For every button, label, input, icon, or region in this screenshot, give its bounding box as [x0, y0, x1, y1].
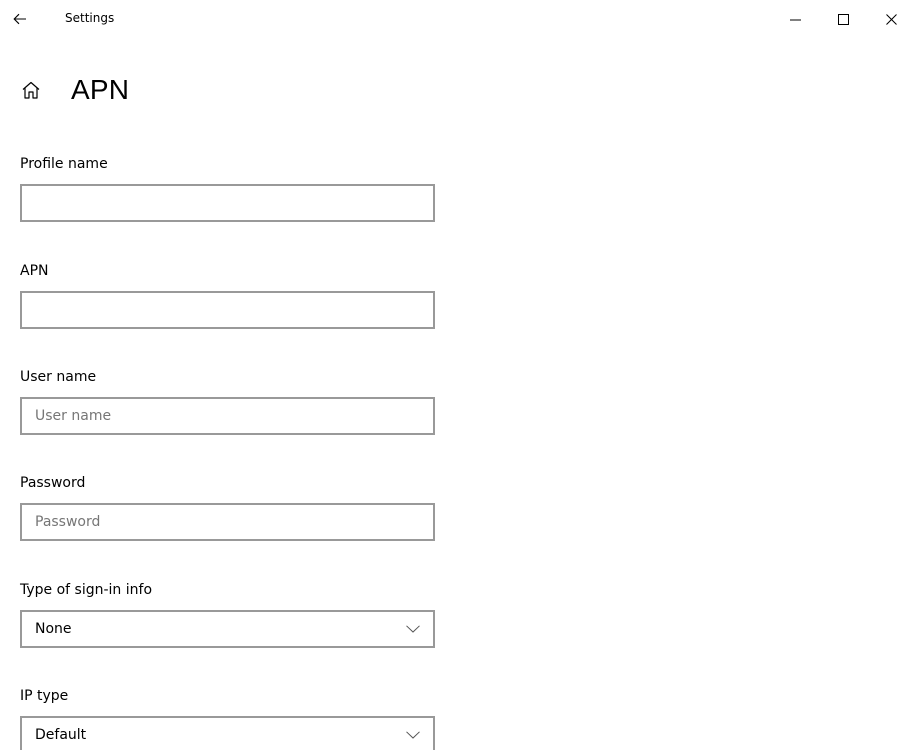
apn-input[interactable]	[20, 291, 435, 329]
title-bar: Settings	[0, 0, 907, 38]
close-icon	[885, 13, 897, 25]
maximize-icon	[837, 13, 849, 25]
ip-type-selected: Default	[35, 727, 87, 743]
back-arrow-icon	[13, 13, 27, 25]
sign-in-type-label: Type of sign-in info	[20, 582, 153, 598]
back-button[interactable]	[0, 0, 40, 38]
ip-type-dropdown[interactable]: Default	[20, 716, 435, 750]
profile-name-label: Profile name	[20, 156, 108, 172]
chevron-down-icon	[406, 728, 420, 742]
page-header: APN	[19, 70, 129, 110]
user-name-label: User name	[20, 369, 97, 385]
profile-name-input[interactable]	[20, 184, 435, 222]
maximize-button[interactable]	[820, 0, 866, 38]
user-name-input[interactable]	[20, 397, 435, 435]
password-label: Password	[20, 475, 86, 491]
close-button[interactable]	[868, 0, 907, 38]
chevron-down-icon	[406, 622, 420, 636]
minimize-button[interactable]	[772, 0, 818, 38]
password-input[interactable]	[20, 503, 435, 541]
app-title: Settings	[65, 11, 115, 25]
sign-in-type-selected: None	[35, 621, 72, 637]
sign-in-type-dropdown[interactable]: None	[20, 610, 435, 648]
page-title: APN	[71, 74, 130, 105]
ip-type-label: IP type	[20, 688, 69, 704]
minimize-icon	[789, 14, 801, 25]
settings-window: Settings APN Profile name APN User name …	[0, 0, 907, 750]
apn-label: APN	[20, 263, 49, 279]
home-icon[interactable]	[19, 78, 43, 102]
